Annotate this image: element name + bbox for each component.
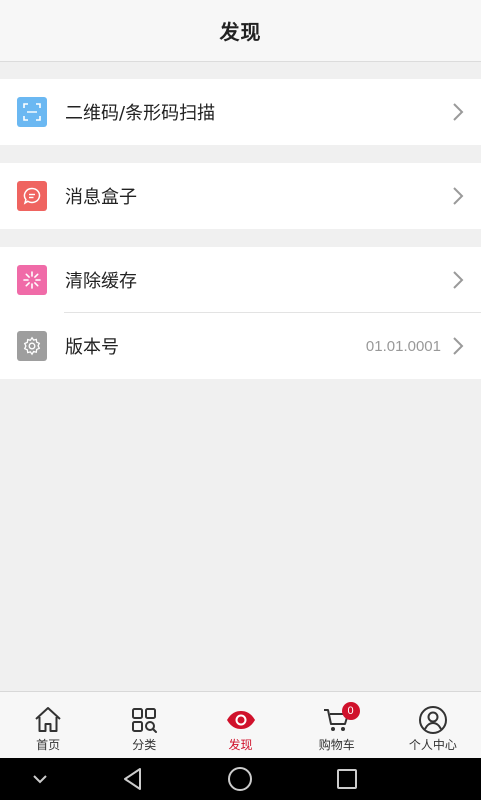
tab-cart-label: 购物车: [318, 738, 355, 752]
scan-menu-item[interactable]: 二维码/条形码扫描: [0, 79, 481, 145]
tab-profile-label: 个人中心: [408, 738, 457, 752]
chevron-right-icon: [453, 103, 464, 121]
page-title: 发现: [219, 20, 262, 44]
tab-discover-label: 发现: [228, 738, 253, 752]
recent-apps-icon[interactable]: [335, 767, 359, 791]
gear-icon: [17, 331, 47, 361]
message-box-menu-item[interactable]: 消息盒子: [0, 163, 481, 229]
scan-icon: [17, 97, 47, 127]
eye-icon: [226, 711, 255, 729]
home-icon: [35, 707, 61, 732]
home-nav-icon[interactable]: [227, 766, 253, 792]
tab-category-label: 分类: [132, 738, 157, 752]
user-icon: [418, 706, 447, 734]
clear-cache-icon: [17, 265, 47, 295]
tab-cart[interactable]: 0 购物车: [289, 692, 385, 758]
version-number: 01.01.0001: [365, 337, 441, 355]
header-bar: 发现: [0, 0, 481, 62]
tab-home[interactable]: 首页: [0, 692, 96, 758]
scan-label: 二维码/条形码扫描: [65, 103, 216, 124]
message-box-label: 消息盒子: [65, 187, 137, 208]
tab-profile[interactable]: 个人中心: [385, 692, 481, 758]
version-menu-item[interactable]: 版本号 01.01.0001: [0, 313, 481, 379]
tab-home-label: 首页: [36, 738, 61, 752]
chevron-right-icon: [453, 187, 464, 205]
category-icon: [132, 708, 158, 733]
chevron-down-icon[interactable]: [32, 772, 48, 786]
tab-discover[interactable]: 发现: [192, 692, 288, 758]
tab-category[interactable]: 分类: [96, 692, 192, 758]
clear-cache-label: 清除缓存: [65, 271, 137, 292]
back-icon[interactable]: [120, 766, 146, 792]
version-label: 版本号: [65, 337, 119, 358]
chevron-right-icon: [453, 337, 464, 355]
chevron-right-icon: [453, 271, 464, 289]
bottom-tab-bar: 首页 分类 发现 0 购物车 个人中心: [0, 691, 481, 758]
clear-cache-menu-item[interactable]: 清除缓存: [0, 247, 481, 313]
message-icon: [17, 181, 47, 211]
system-nav-bar: [0, 758, 481, 800]
cart-badge: 0: [341, 702, 360, 720]
